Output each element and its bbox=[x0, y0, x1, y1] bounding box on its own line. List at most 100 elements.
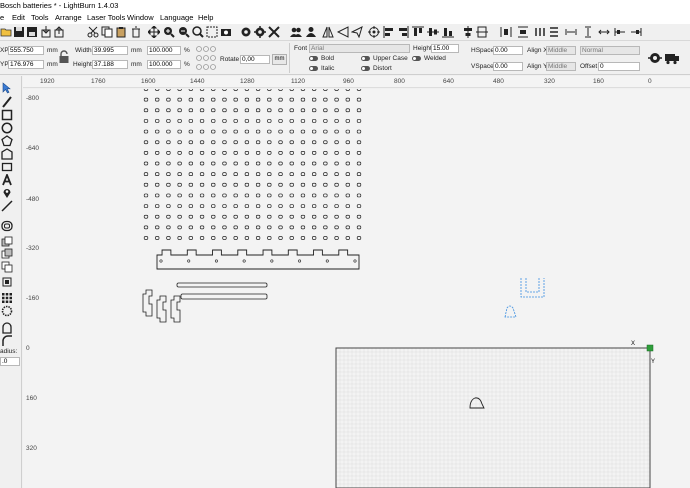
select-arrow-icon[interactable] bbox=[1, 82, 13, 94]
hole-shape[interactable] bbox=[143, 161, 149, 166]
hole-shape[interactable] bbox=[345, 140, 350, 145]
hole-shape[interactable] bbox=[356, 204, 362, 208]
text-icon[interactable] bbox=[1, 174, 13, 186]
hole-shape[interactable] bbox=[323, 119, 328, 123]
hole-shape[interactable] bbox=[278, 172, 283, 176]
hole-shape[interactable] bbox=[166, 204, 171, 208]
hole-shape[interactable] bbox=[300, 151, 306, 155]
hole-shape[interactable] bbox=[267, 214, 272, 219]
hole-shape[interactable] bbox=[356, 193, 362, 198]
hole-shape[interactable] bbox=[334, 236, 339, 240]
hole-shape[interactable] bbox=[233, 182, 238, 187]
hole-shape[interactable] bbox=[166, 140, 171, 145]
text-height-input[interactable]: 15.00 bbox=[431, 44, 459, 53]
menu-arrange[interactable]: Arrange bbox=[55, 13, 82, 22]
hole-shape[interactable] bbox=[244, 97, 250, 102]
menu-tools[interactable]: Tools bbox=[31, 13, 49, 22]
hole-shape[interactable] bbox=[255, 193, 261, 198]
canvas-artwork[interactable] bbox=[23, 89, 690, 488]
hole-shape[interactable] bbox=[356, 89, 362, 91]
hole-shape[interactable] bbox=[300, 161, 306, 166]
hole-shape[interactable] bbox=[188, 172, 193, 176]
hole-shape[interactable] bbox=[211, 204, 216, 208]
bold-toggle[interactable] bbox=[309, 56, 318, 61]
hole-shape[interactable] bbox=[143, 119, 149, 123]
hole-shape[interactable] bbox=[255, 161, 261, 166]
distribute-h-icon[interactable] bbox=[500, 26, 512, 38]
hole-shape[interactable] bbox=[300, 89, 306, 91]
preview-icon[interactable] bbox=[648, 51, 662, 65]
hole-shape[interactable] bbox=[255, 140, 261, 145]
polygon-icon[interactable] bbox=[1, 135, 13, 147]
hole-shape[interactable] bbox=[188, 129, 193, 134]
hole-shape[interactable] bbox=[312, 204, 317, 208]
scale-width-input[interactable]: 100.000 bbox=[147, 46, 181, 55]
hole-shape[interactable] bbox=[255, 108, 261, 113]
hole-shape[interactable] bbox=[300, 182, 306, 187]
hole-shape[interactable] bbox=[323, 214, 328, 219]
hole-shape[interactable] bbox=[143, 214, 149, 219]
hole-shape[interactable] bbox=[155, 204, 160, 208]
machine-settings-icon[interactable] bbox=[254, 26, 266, 38]
hole-shape[interactable] bbox=[323, 236, 328, 240]
hole-shape[interactable] bbox=[345, 97, 350, 102]
hole-shape[interactable] bbox=[345, 182, 350, 187]
hole-shape[interactable] bbox=[199, 182, 205, 187]
hole-shape[interactable] bbox=[278, 214, 283, 219]
hole-shape[interactable] bbox=[222, 89, 227, 91]
hole-shape[interactable] bbox=[199, 172, 205, 176]
hole-shape[interactable] bbox=[166, 161, 171, 166]
hole-shape[interactable] bbox=[300, 225, 306, 230]
hole-shape[interactable] bbox=[244, 182, 250, 187]
hole-shape[interactable] bbox=[312, 214, 317, 219]
hole-shape[interactable] bbox=[323, 97, 328, 102]
hole-shape[interactable] bbox=[177, 119, 182, 123]
hole-shape[interactable] bbox=[323, 129, 328, 134]
hole-shape[interactable] bbox=[289, 108, 294, 113]
hole-shape[interactable] bbox=[278, 140, 283, 145]
hole-shape[interactable] bbox=[211, 129, 216, 134]
hole-shape[interactable] bbox=[267, 151, 272, 155]
hole-shape[interactable] bbox=[278, 151, 283, 155]
hole-shape[interactable] bbox=[289, 182, 294, 187]
hole-shape[interactable] bbox=[166, 119, 171, 123]
zoom-in-icon[interactable] bbox=[163, 26, 175, 38]
polyline-icon[interactable] bbox=[1, 148, 13, 160]
space-h-icon[interactable] bbox=[565, 26, 577, 38]
hole-shape[interactable] bbox=[300, 119, 306, 123]
hole-shape[interactable] bbox=[356, 108, 362, 113]
hole-shape[interactable] bbox=[244, 193, 250, 198]
hole-shape[interactable] bbox=[244, 225, 250, 230]
hole-shape[interactable] bbox=[211, 172, 216, 176]
hole-shape[interactable] bbox=[233, 204, 238, 208]
hole-shape[interactable] bbox=[166, 236, 171, 240]
hole-shape[interactable] bbox=[188, 161, 193, 166]
hole-shape[interactable] bbox=[356, 214, 362, 219]
hole-shape[interactable] bbox=[143, 225, 149, 230]
hole-shape[interactable] bbox=[211, 89, 216, 91]
hole-shape[interactable] bbox=[199, 129, 205, 134]
hole-shape[interactable] bbox=[356, 97, 362, 102]
selected-u-part[interactable] bbox=[520, 278, 545, 298]
send-icon[interactable] bbox=[351, 26, 363, 38]
hole-shape[interactable] bbox=[166, 89, 171, 91]
strip-hole[interactable] bbox=[159, 259, 163, 263]
hole-shape[interactable] bbox=[267, 89, 272, 91]
zoom-selection-icon[interactable] bbox=[206, 26, 218, 38]
hole-shape[interactable] bbox=[199, 151, 205, 155]
menu-language[interactable]: Language bbox=[160, 13, 193, 22]
hole-shape[interactable] bbox=[244, 161, 250, 166]
corner-icon[interactable] bbox=[1, 335, 13, 347]
height-input[interactable]: 37.188 bbox=[92, 60, 128, 69]
hole-shape[interactable] bbox=[233, 225, 238, 230]
hole-shape[interactable] bbox=[312, 119, 317, 123]
rectangle-icon[interactable] bbox=[1, 109, 13, 121]
hole-shape[interactable] bbox=[244, 119, 250, 123]
hole-shape[interactable] bbox=[356, 129, 362, 134]
machine-icon[interactable] bbox=[664, 51, 680, 65]
hole-shape[interactable] bbox=[267, 97, 272, 102]
hole-shape[interactable] bbox=[244, 140, 250, 145]
zoom-out-icon[interactable] bbox=[178, 26, 190, 38]
hole-shape[interactable] bbox=[244, 151, 250, 155]
hole-shape[interactable] bbox=[323, 151, 328, 155]
